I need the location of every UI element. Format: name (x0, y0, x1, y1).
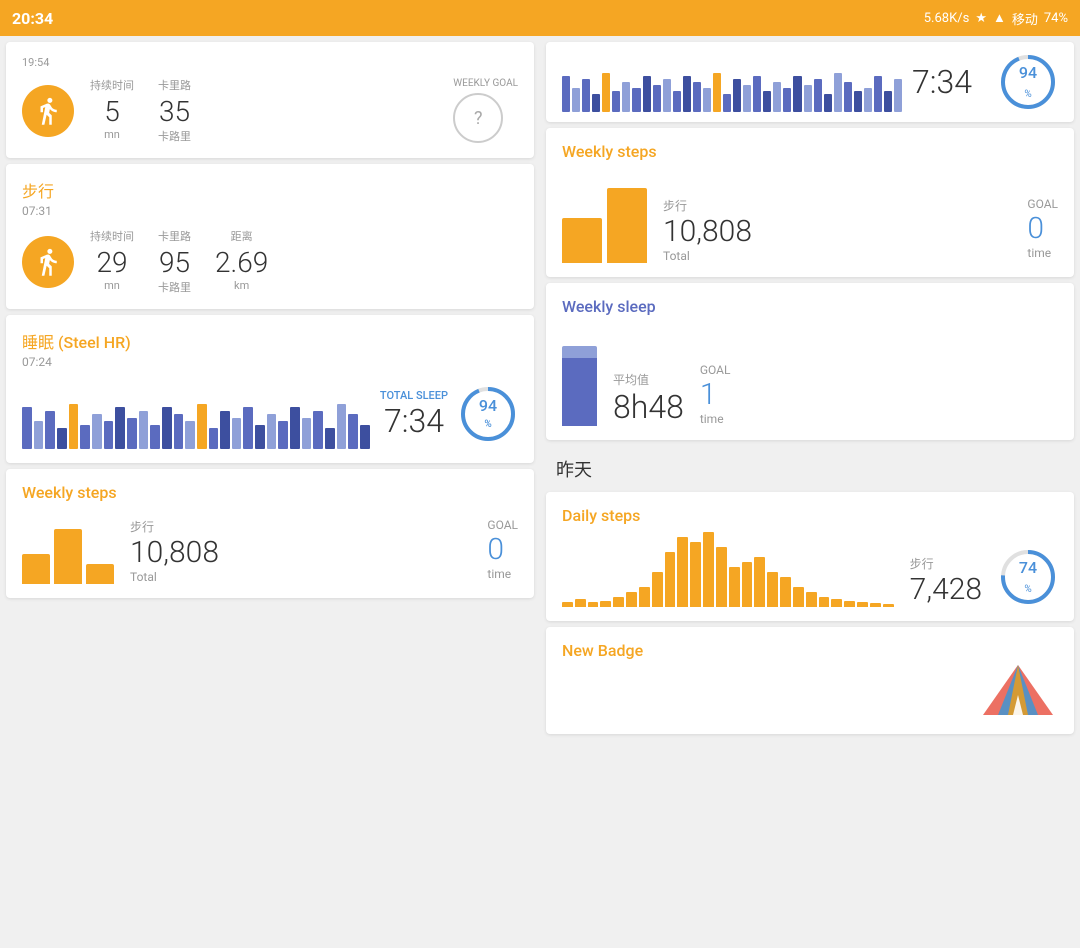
yesterday-section-header: 昨天 (540, 446, 1080, 486)
run-duration: 持续时间 5 mn (90, 77, 134, 144)
weekly-sleep-bars (562, 326, 597, 426)
walk-activity-row: 持续时间 29 mn 卡里路 95 卡路里 距离 2.69 km (22, 228, 518, 295)
sleep-time: 07:24 (22, 355, 518, 369)
badge-icon-container (562, 660, 1058, 720)
sleep-progress-circle: 94 % (458, 384, 518, 444)
daily-steps-stats: 步行 7,428 (910, 555, 982, 607)
badge-title: New Badge (562, 641, 1058, 660)
battery: 74% (1044, 11, 1068, 26)
steps-values-row: 步行 10,808 Total GOAL 0 time (130, 518, 518, 584)
run-icon (22, 85, 74, 137)
left-column: 19:54 持续时间 5 mn 卡里路 35 卡路里 (0, 36, 540, 948)
circle-text: 94 % (479, 398, 497, 430)
daily-circle-text: 74 % (1019, 558, 1037, 596)
bluetooth-icon: ★ (975, 11, 987, 26)
weekly-steps-left-title: Weekly steps (22, 483, 518, 502)
top-circle-progress: 94 % (998, 52, 1058, 112)
total-sleep-value: 7:34 (380, 402, 448, 440)
steps-bars-left (22, 504, 114, 584)
sleep-chart (22, 379, 370, 449)
steps-goal-block: GOAL 0 time (487, 518, 518, 581)
status-time: 20:34 (12, 9, 53, 28)
run-stats: 持续时间 5 mn 卡里路 35 卡路里 (90, 77, 437, 144)
walk-icon (22, 236, 74, 288)
run-card: 19:54 持续时间 5 mn 卡里路 35 卡路里 (6, 42, 534, 158)
walk-duration: 持续时间 29 mn (90, 228, 134, 295)
right-steps-stats: 步行 10,808 Total GOAL 0 time (663, 197, 1058, 263)
weekly-sleep-stats: 平均值 8h48 (613, 371, 684, 426)
walk-title: 步行 (22, 178, 518, 202)
top-partial-card: 7:34 94 % (546, 42, 1074, 122)
top-circle-text: 94 % (1019, 63, 1037, 101)
network-speed: 5.68K/s (924, 11, 970, 26)
right-steps-total-block: 步行 10,808 Total (663, 197, 752, 263)
walk-card: 步行 07:31 持续时间 29 mn 卡里路 95 (6, 164, 534, 309)
carrier: 移动 (1012, 9, 1038, 28)
daily-steps-value: 7,428 (910, 572, 982, 607)
run-time-partial: 19:54 (22, 56, 518, 69)
main-content: 19:54 持续时间 5 mn 卡里路 35 卡路里 (0, 36, 1080, 948)
signal-icon: ▲ (993, 10, 1006, 26)
weekly-goal: WEEKLY GOAL ? (453, 78, 518, 143)
runner-svg (33, 96, 63, 126)
right-column: 7:34 94 % Weekly steps (540, 36, 1080, 948)
top-sleep-time: 7:34 (912, 63, 972, 101)
daily-steps-card: Daily steps 步行 7,428 74 % (546, 492, 1074, 621)
daily-steps-circle: 74 % (998, 547, 1058, 607)
weekly-sleep-goal: GOAL 1 time (700, 363, 731, 426)
right-steps-bars (562, 163, 647, 263)
walk-distance: 距离 2.69 km (215, 228, 268, 295)
weekly-steps-right-title: Weekly steps (562, 142, 1058, 161)
walk-time: 07:31 (22, 204, 518, 218)
daily-percent: 74 (1019, 558, 1037, 577)
weekly-goal-circle[interactable]: ? (453, 93, 503, 143)
right-steps-goal-block: GOAL 0 time (1027, 197, 1058, 260)
weekly-sleep-right-card: Weekly sleep 平均值 8h48 GOAL 1 time (546, 283, 1074, 440)
daily-steps-bars (562, 527, 894, 607)
steps-total-block: 步行 10,808 Total (130, 518, 219, 584)
sleep-percent: 94 % (479, 398, 497, 430)
run-calories: 卡里路 35 卡路里 (158, 77, 191, 144)
partial-sleep-chart (562, 52, 902, 112)
walker-svg (33, 247, 63, 277)
steps-stats-left: 步行 10,808 Total GOAL 0 time (130, 518, 518, 584)
weekly-goal-label: WEEKLY GOAL (453, 78, 518, 89)
walk-stats: 持续时间 29 mn 卡里路 95 卡路里 距离 2.69 km (90, 228, 518, 295)
right-steps-values-row: 步行 10,808 Total GOAL 0 time (663, 197, 1058, 263)
sleep-card: 睡眠 (Steel HR) 07:24 TOTAL SLEEP 7:34 (6, 315, 534, 463)
sleep-info: TOTAL SLEEP 7:34 (380, 389, 448, 440)
walk-calories: 卡里路 95 卡路里 (158, 228, 191, 295)
daily-steps-title: Daily steps (562, 506, 1058, 525)
weekly-sleep-content: 平均值 8h48 GOAL 1 time (562, 326, 1058, 426)
weekly-steps-right-content: 步行 10,808 Total GOAL 0 time (562, 163, 1058, 263)
weekly-steps-left-content: 步行 10,808 Total GOAL 0 time (22, 504, 518, 584)
status-bar: 20:34 5.68K/s ★ ▲ 移动 74% (0, 0, 1080, 36)
sleep-title: 睡眠 (Steel HR) (22, 329, 518, 353)
run-activity-row: 持续时间 5 mn 卡里路 35 卡路里 WEEKLY GOAL ? (22, 77, 518, 144)
daily-steps-content: 步行 7,428 74 % (562, 527, 1058, 607)
status-right: 5.68K/s ★ ▲ 移动 74% (924, 9, 1068, 28)
weekly-steps-left-card: Weekly steps 步行 10,808 Total GOAL 0 (6, 469, 534, 598)
weekly-sleep-title: Weekly sleep (562, 297, 1058, 316)
total-sleep-label: TOTAL SLEEP (380, 389, 448, 402)
badge-svg (978, 660, 1058, 720)
sleep-content: TOTAL SLEEP 7:34 94 % (22, 379, 518, 449)
weekly-steps-right-card: Weekly steps 步行 10,808 Total GOAL 0 (546, 128, 1074, 277)
new-badge-card: New Badge (546, 627, 1074, 734)
